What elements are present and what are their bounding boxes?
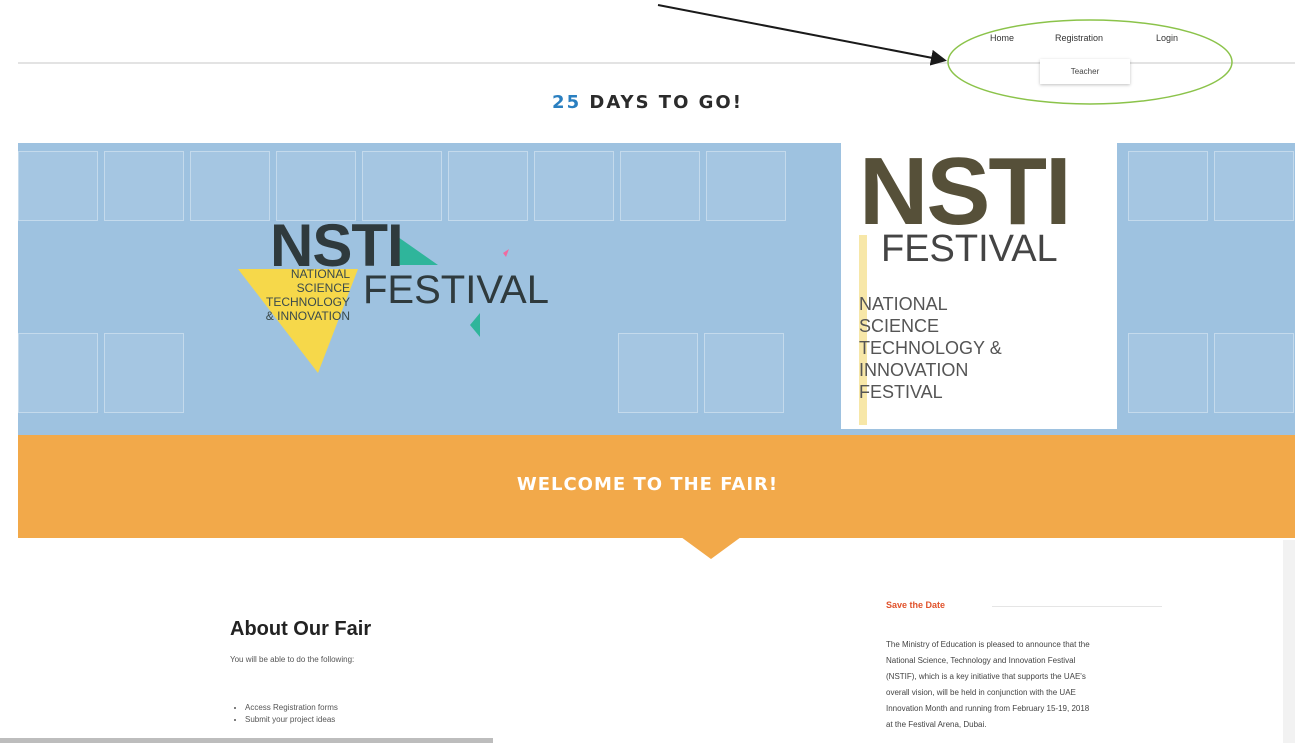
top-nav: Home Registration Login <box>0 33 1295 47</box>
nav-home-link[interactable]: Home <box>990 33 1014 43</box>
nav-registration-link[interactable]: Registration <box>1055 33 1103 43</box>
registration-dropdown-menu: Teacher <box>1040 59 1130 84</box>
horizontal-scrollbar[interactable] <box>0 738 493 743</box>
about-title: About Our Fair <box>230 618 372 640</box>
countdown-heading: 25 DAYS TO GO! <box>0 92 1295 113</box>
right-scrollbar[interactable] <box>1283 540 1295 743</box>
logo-left-subtitle: FESTIVAL <box>363 268 549 312</box>
countdown-text: DAYS TO GO! <box>589 92 743 113</box>
welcome-pointer <box>681 537 741 559</box>
save-the-date-body: The Ministry of Education is pleased to … <box>886 640 1090 729</box>
logo-left-lines: NATIONAL SCIENCE TECHNOLOGY & INNOVATION <box>265 267 350 323</box>
list-item: Access Registration forms <box>245 703 338 712</box>
nsti-festival-logo-left: NSTI FESTIVAL NATIONAL SCIENCE TECHNOLOG… <box>238 203 558 383</box>
save-the-date-title: Save the Date <box>886 600 946 610</box>
about-list: Access Registration forms Submit your pr… <box>245 703 338 727</box>
save-the-date-divider <box>992 606 1162 607</box>
hero-banner: NSTI FESTIVAL NATIONAL SCIENCE TECHNOLOG… <box>18 143 1295 435</box>
about-intro: You will be able to do the following: <box>230 655 355 664</box>
welcome-heading: WELCOME TO THE FAIR! <box>516 474 779 495</box>
dropdown-item-teacher[interactable]: Teacher <box>1071 67 1099 76</box>
countdown-number: 25 <box>552 92 582 113</box>
list-item: Submit your project ideas <box>245 715 338 724</box>
logo-right-subtitle: FESTIVAL <box>881 228 1058 270</box>
nav-login-link[interactable]: Login <box>1156 33 1178 43</box>
logo-right-lines: NATIONAL SCIENCE TECHNOLOGY & INNOVATION… <box>859 294 1002 402</box>
nsti-festival-logo-right: NSTI FESTIVAL NATIONAL SCIENCE TECHNOLOG… <box>841 143 1117 429</box>
